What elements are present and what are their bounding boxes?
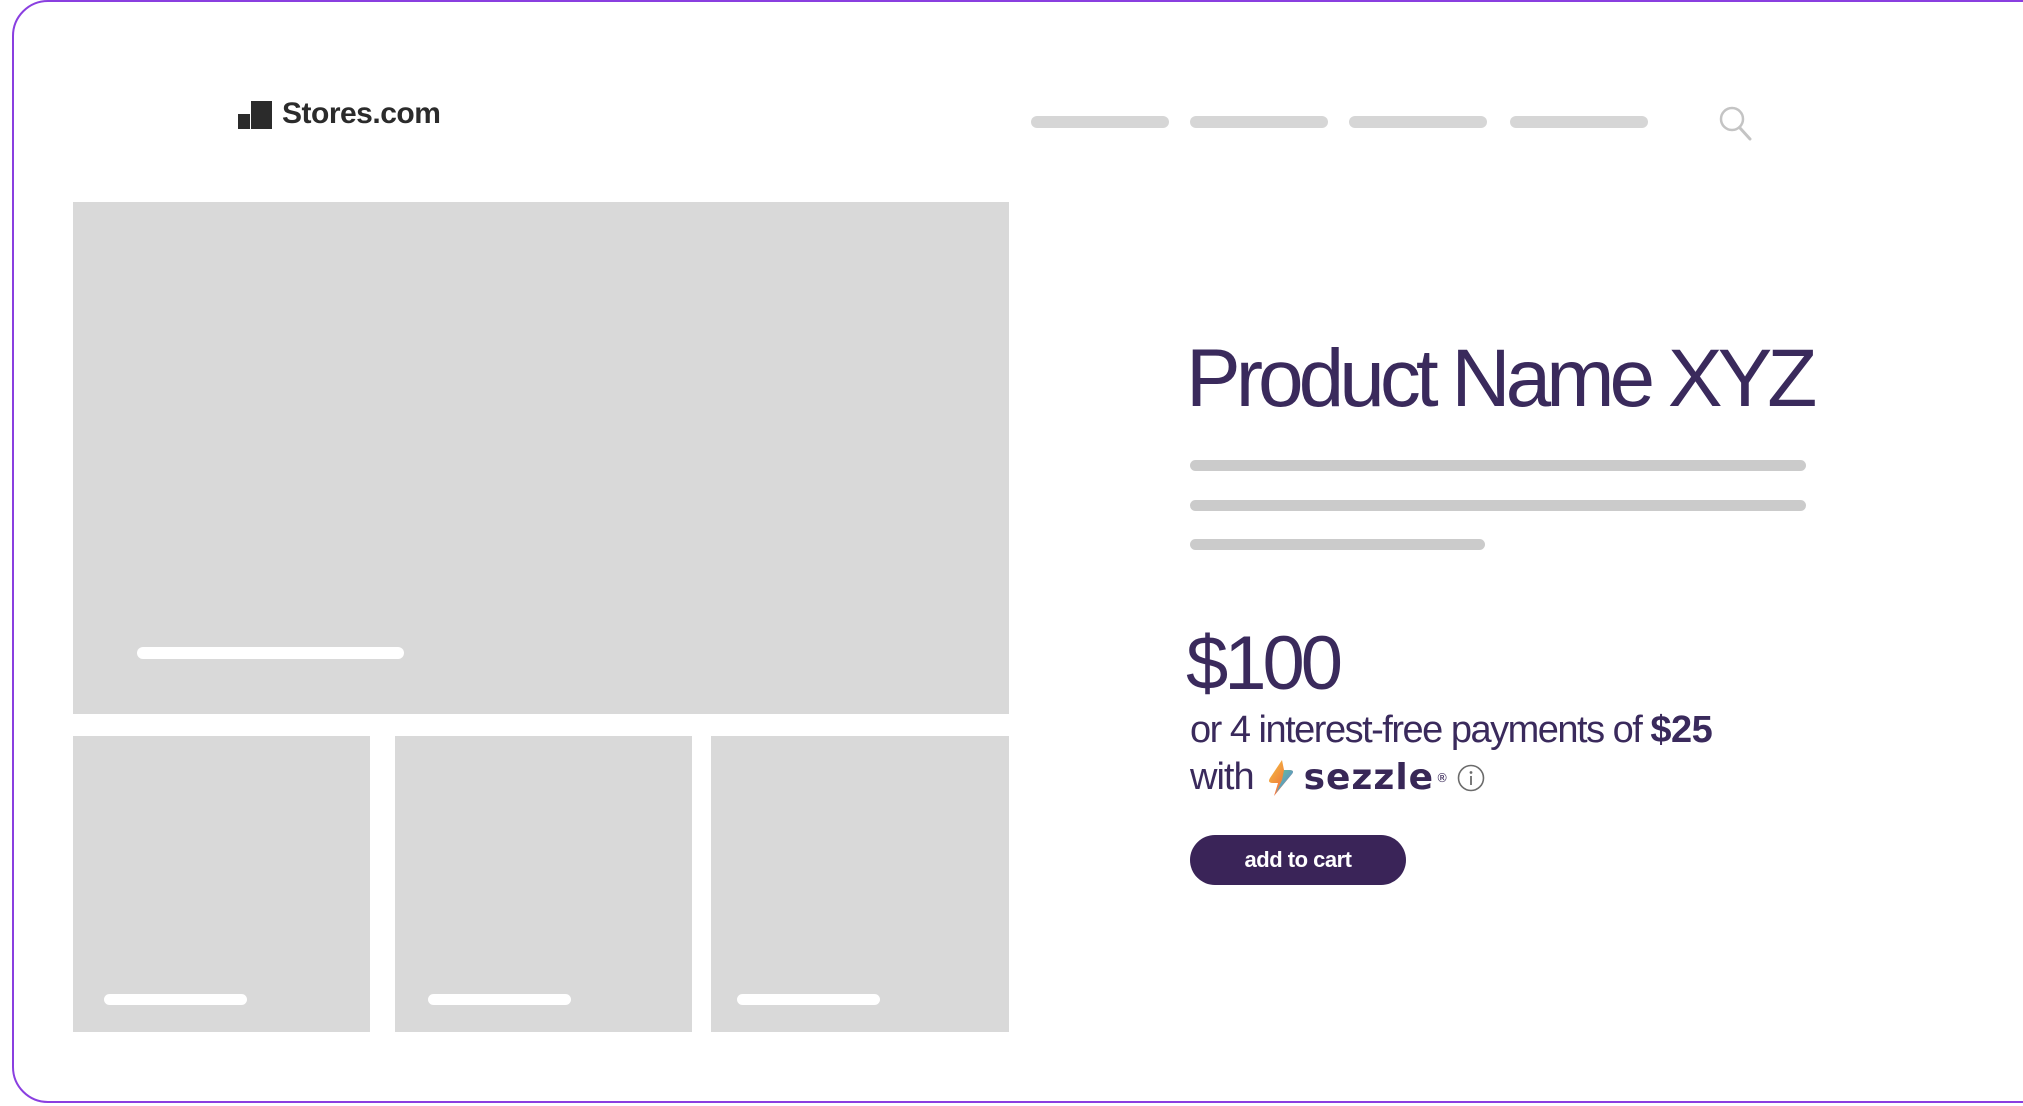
image-caption-placeholder — [137, 647, 404, 659]
thumbnail-1[interactable] — [73, 736, 370, 1032]
nav-item-2[interactable] — [1190, 116, 1328, 128]
main-product-image[interactable] — [73, 202, 1009, 714]
thumbnail-caption-placeholder — [428, 994, 571, 1005]
thumbnail-2[interactable] — [395, 736, 692, 1032]
with-label: with — [1190, 756, 1255, 798]
site-logo[interactable]: Stores.com — [238, 97, 441, 131]
product-title: Product Name XYZ — [1186, 333, 1817, 424]
nav-item-1[interactable] — [1031, 116, 1169, 128]
sezzle-logo-icon — [1268, 759, 1293, 796]
logo-text: Stores.com — [282, 97, 441, 130]
product-price: $100 — [1186, 621, 1343, 706]
installment-prefix: or 4 interest-free payments of — [1190, 709, 1651, 751]
description-line-placeholder — [1190, 500, 1806, 511]
installment-text: or 4 interest-free payments of $25 — [1190, 709, 1713, 752]
add-to-cart-button[interactable]: add to cart — [1190, 835, 1406, 885]
search-icon[interactable] — [1718, 105, 1752, 141]
nav-item-3[interactable] — [1349, 116, 1487, 128]
payment-provider-row: with sezzle ® — [1190, 756, 1486, 799]
thumbnail-3[interactable] — [711, 736, 1009, 1032]
info-icon[interactable] — [1456, 763, 1486, 793]
sezzle-wordmark: sezzle — [1303, 757, 1435, 798]
description-line-placeholder — [1190, 539, 1485, 550]
thumbnail-caption-placeholder — [104, 994, 247, 1005]
installment-amount: $25 — [1650, 709, 1713, 751]
nav-item-4[interactable] — [1510, 116, 1648, 128]
description-line-placeholder — [1190, 460, 1806, 471]
logo-icon — [238, 99, 272, 129]
registered-mark: ® — [1436, 770, 1449, 785]
thumbnail-caption-placeholder — [737, 994, 880, 1005]
